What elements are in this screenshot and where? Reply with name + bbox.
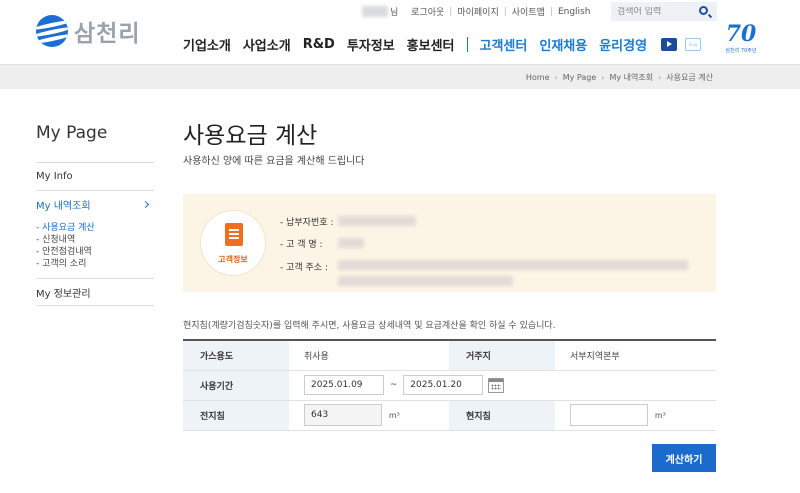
page-title: 사용요금 계산 xyxy=(183,123,318,149)
search-input[interactable] xyxy=(617,6,695,17)
search-box xyxy=(611,2,717,21)
sidebar-subitem-fee-calc[interactable]: - 사용요금 계산 xyxy=(36,222,154,234)
customer-info-badge: 고객정보 xyxy=(200,210,266,276)
prev-reading-cell: m³ xyxy=(289,400,449,431)
site-header: 삼천리 님 로그아웃 | 마이페이지 | 사이트맵 | English 기업소개… xyxy=(0,0,800,64)
sidebar-item-my-settings[interactable]: My 정보관리 xyxy=(36,278,154,306)
sidebar-item-label: My Info xyxy=(36,171,73,182)
breadcrumb-current: 사용요금 계산 xyxy=(666,73,713,82)
nav-company[interactable]: 기업소개 xyxy=(183,35,231,54)
period-start-input[interactable] xyxy=(304,375,384,395)
gas-use-label: 가스용도 xyxy=(183,340,289,371)
logo[interactable]: 삼천리 xyxy=(36,14,140,48)
nav-rnd[interactable]: R&D xyxy=(303,37,335,52)
prev-reading-label: 전지침 xyxy=(183,400,289,431)
sitemap-link[interactable]: 사이트맵 xyxy=(512,5,545,18)
nav-divider xyxy=(466,37,468,52)
customer-address-row: - 고객 주소 : xyxy=(280,254,694,294)
breadcrumb-mypage[interactable]: My Page xyxy=(563,73,597,82)
curr-reading-unit: m³ xyxy=(654,410,666,420)
user-suffix: 님 xyxy=(390,8,399,18)
period-cell: ~ xyxy=(289,370,716,401)
sidebar-title: My Page xyxy=(36,123,108,143)
anniversary-text: 삼천리 70주년 xyxy=(725,48,757,54)
customer-name-redacted xyxy=(338,238,364,248)
document-icon xyxy=(225,223,243,246)
prev-reading-input xyxy=(304,404,382,426)
prev-reading-unit: m³ xyxy=(388,410,400,420)
nav-business[interactable]: 사업소개 xyxy=(243,35,291,54)
mypage-link[interactable]: 마이페이지 xyxy=(457,5,498,18)
chevron-right-icon: › xyxy=(601,73,605,82)
table-row: 가스용도 취사용 거주지 서부지역본부 xyxy=(183,340,716,371)
logout-link[interactable]: 로그아웃 xyxy=(411,5,444,18)
table-row: 사용기간 ~ xyxy=(183,370,716,401)
gas-use-value: 취사용 xyxy=(289,340,449,371)
nav-investor[interactable]: 투자정보 xyxy=(347,35,395,54)
sidebar: My Info My 내역조회 - 사용요금 계산 - 신청내역 - 안전점검내… xyxy=(36,162,154,306)
sidebar-submenu: - 사용요금 계산 - 신청내역 - 안전점검내역 - 고객의 소리 xyxy=(36,218,154,278)
customer-info-rows: - 납부자번호 : - 고 객 명 : - 고객 주소 : xyxy=(280,210,694,294)
english-link[interactable]: English xyxy=(558,7,591,17)
payer-number-label: - 납부자번호 : xyxy=(280,217,334,228)
curr-reading-cell: m³ xyxy=(555,400,716,431)
nav-customer[interactable]: 고객센터 xyxy=(480,35,528,54)
curr-reading-label: 현지침 xyxy=(449,400,555,431)
residence-label: 거주지 xyxy=(449,340,555,371)
search-icon[interactable] xyxy=(699,6,708,15)
utility-nav: 님 로그아웃 | 마이페이지 | 사이트맵 | English xyxy=(362,5,590,18)
payer-number-redacted xyxy=(338,216,416,226)
calculate-button[interactable]: 계산하기 xyxy=(652,444,716,472)
chevron-right-icon: › xyxy=(658,73,662,82)
nav-pr[interactable]: 홍보센터 xyxy=(407,35,455,54)
customer-name-label: - 고 객 명 : xyxy=(280,239,323,250)
customer-address-redacted xyxy=(338,260,694,286)
fee-calc-table: 가스용도 취사용 거주지 서부지역본부 사용기간 ~ 전지침 m³ 현지침 m³ xyxy=(183,339,716,431)
youtube-icon[interactable] xyxy=(661,38,677,51)
breadcrumb-home[interactable]: Home xyxy=(526,73,550,82)
user-name-redacted xyxy=(362,6,388,17)
customer-name-row: - 고 객 명 : xyxy=(280,232,694,254)
sidebar-item-my-info[interactable]: My Info xyxy=(36,162,154,190)
logo-mark-icon xyxy=(36,15,68,47)
sidebar-subitem-requests[interactable]: - 신청내역 xyxy=(36,234,154,246)
breadcrumb-history[interactable]: My 내역조회 xyxy=(609,72,653,83)
chevron-right-icon: › xyxy=(554,73,558,82)
chevron-right-icon xyxy=(141,200,150,209)
sidebar-subitem-voc[interactable]: - 고객의 소리 xyxy=(36,258,154,270)
breadcrumb: Home › My Page › My 내역조회 › 사용요금 계산 xyxy=(526,72,713,83)
customer-address-label: - 고객 주소 : xyxy=(280,263,328,273)
calendar-icon[interactable] xyxy=(488,377,505,393)
blog-icon[interactable]: blog xyxy=(685,38,701,51)
sidebar-item-my-history[interactable]: My 내역조회 xyxy=(36,190,154,218)
customer-info-badge-label: 고객정보 xyxy=(218,255,248,264)
breadcrumb-bar: Home › My Page › My 내역조회 › 사용요금 계산 xyxy=(0,64,800,89)
sidebar-item-label: My 정보관리 xyxy=(36,288,91,300)
logo-text: 삼천리 xyxy=(74,21,141,47)
anniversary-badge: 70 삼천리 70주년 xyxy=(721,22,761,54)
instruction-note: 현지침(계량기검침숫자)를 입력해 주시면, 사용요금 상세내역 및 요금계산을… xyxy=(183,321,556,331)
curr-reading-input[interactable] xyxy=(570,404,648,426)
main-nav: 기업소개 사업소개 R&D 투자정보 홍보센터 고객센터 인재채용 윤리경영 xyxy=(183,35,659,54)
payer-number-row: - 납부자번호 : xyxy=(280,210,694,232)
period-end-input[interactable] xyxy=(403,375,484,395)
nav-recruit[interactable]: 인재채용 xyxy=(539,35,587,54)
sidebar-subitem-safety[interactable]: - 안전점검내역 xyxy=(36,246,154,258)
page-subtitle: 사용하신 양에 따른 요금을 계산해 드립니다 xyxy=(183,156,365,167)
period-separator: ~ xyxy=(389,380,398,390)
nav-ethics[interactable]: 윤리경영 xyxy=(599,35,647,54)
sidebar-item-label: My 내역조회 xyxy=(36,201,91,212)
residence-value: 서부지역본부 xyxy=(555,340,716,371)
table-row: 전지침 m³ 현지침 m³ xyxy=(183,400,716,431)
anniversary-number: 70 xyxy=(725,21,757,47)
customer-info-box: 고객정보 - 납부자번호 : - 고 객 명 : - 고객 주소 : xyxy=(183,194,716,292)
period-label: 사용기간 xyxy=(183,370,289,401)
